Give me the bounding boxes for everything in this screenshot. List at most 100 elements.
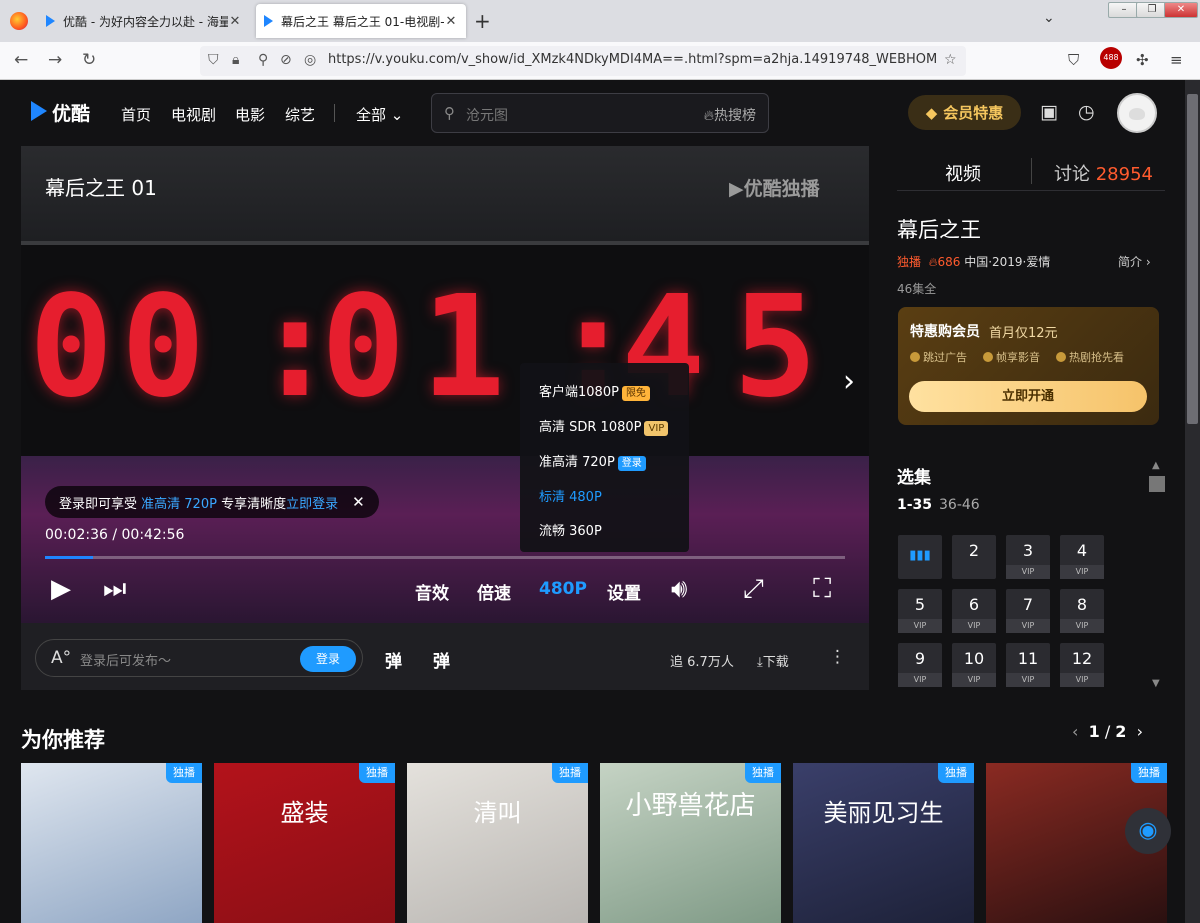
back-icon[interactable]: ← bbox=[14, 50, 28, 70]
avatar[interactable] bbox=[1117, 93, 1157, 133]
url-text[interactable]: https://v.youku.com/v_show/id_XMzk4NDkyM… bbox=[328, 52, 936, 67]
menu-icon[interactable]: ≡ bbox=[1170, 51, 1183, 69]
nav-all[interactable]: 全部 ⌄ bbox=[356, 104, 403, 125]
video-player[interactable]: 0 0 : 0 1 : 4 5 幕后之王 01 ▶优酷独播 › 登录即可享受 准… bbox=[21, 146, 869, 623]
new-tab-button[interactable]: + bbox=[474, 9, 491, 33]
nav-variety[interactable]: 综艺 bbox=[285, 104, 315, 125]
permissions-icon[interactable]: ⚲ bbox=[258, 52, 268, 68]
lock-icon[interactable]: 🔒︎ bbox=[232, 52, 239, 68]
hot-search-link[interactable]: 🔥︎热搜榜 bbox=[704, 105, 756, 125]
youku-logo-icon[interactable] bbox=[31, 101, 47, 121]
text-style-icon[interactable]: A° bbox=[51, 648, 71, 668]
settings-button[interactable]: 设置 bbox=[607, 579, 641, 604]
chevron-down-icon[interactable]: ⌄ bbox=[1043, 10, 1055, 26]
firefox-icon[interactable] bbox=[10, 12, 28, 30]
open-vip-button[interactable]: 立即开通 bbox=[909, 381, 1147, 412]
recommend-poster[interactable]: 独播 美丽见习生 bbox=[793, 763, 974, 923]
history-icon[interactable]: ◷ bbox=[1078, 101, 1095, 123]
volume-icon[interactable]: 🔊︎ bbox=[671, 574, 687, 605]
follow-button[interactable]: 追 6.7万人 bbox=[670, 651, 734, 670]
range-1-35[interactable]: 1-35 bbox=[897, 497, 932, 513]
sound-effect-button[interactable]: 音效 bbox=[415, 579, 449, 604]
episode-item[interactable]: 12 VIP bbox=[1060, 643, 1104, 687]
chevron-left-icon[interactable]: ‹ bbox=[1072, 722, 1078, 741]
url-bar[interactable]: ⛉ 🔒︎ ⚲ ⊘ ◎ https://v.youku.com/v_show/id… bbox=[200, 46, 966, 76]
danmu-toggle-icon[interactable]: 弹 bbox=[385, 647, 402, 672]
chevron-right-icon[interactable]: › bbox=[1137, 722, 1143, 741]
episode-item[interactable]: 5 VIP bbox=[898, 589, 942, 633]
range-36-46[interactable]: 36-46 bbox=[939, 497, 980, 513]
vip-offer-button[interactable]: ◆ 会员特惠 bbox=[908, 95, 1021, 130]
episode-item[interactable]: 4 VIP bbox=[1060, 535, 1104, 579]
episode-item[interactable]: 7 VIP bbox=[1006, 589, 1050, 633]
chevron-right-icon[interactable]: › bbox=[843, 364, 855, 399]
shield-icon[interactable]: ⛉ bbox=[208, 52, 219, 68]
tab-episode[interactable]: 幕后之王 幕后之王 01-电视剧-完 ✕ bbox=[256, 4, 466, 38]
close-icon[interactable]: ✕ bbox=[228, 14, 242, 29]
danmu-settings-icon[interactable]: 弹 bbox=[433, 647, 450, 672]
assistant-icon[interactable]: ◉ bbox=[1125, 808, 1171, 854]
toast-login-link[interactable]: 立即登录 bbox=[286, 493, 338, 512]
tab-video[interactable]: 视频 bbox=[945, 160, 981, 186]
search-input[interactable]: 沧元图 bbox=[466, 105, 508, 125]
show-title[interactable]: 幕后之王 bbox=[897, 214, 981, 244]
recommend-poster[interactable]: 独播 bbox=[21, 763, 202, 923]
quality-option[interactable]: 流畅 360P bbox=[539, 520, 602, 539]
episode-item[interactable]: 6 VIP bbox=[952, 589, 996, 633]
quality-button[interactable]: 480P bbox=[539, 579, 587, 599]
page-scrollbar[interactable] bbox=[1185, 80, 1200, 923]
close-icon[interactable]: ✕ bbox=[444, 14, 458, 29]
quality-option[interactable]: 客户端1080P 限免 bbox=[539, 381, 650, 401]
site-icon[interactable]: ◎ bbox=[304, 52, 316, 68]
more-icon[interactable]: ⋮ bbox=[829, 647, 846, 667]
tab-title: 优酷 - 为好内容全力以赴 - 海量 bbox=[63, 14, 228, 29]
forward-icon[interactable]: → bbox=[48, 50, 62, 70]
extensions-icon[interactable]: ✣ bbox=[1136, 51, 1149, 69]
pocket-icon[interactable]: ⛉ bbox=[1068, 51, 1079, 69]
episode-item[interactable]: 2 bbox=[952, 535, 996, 579]
tab-discuss[interactable]: 讨论 28954 bbox=[1054, 160, 1153, 186]
quality-option-selected[interactable]: 标清 480P bbox=[539, 486, 602, 505]
progress-bar[interactable] bbox=[45, 556, 845, 559]
bookmark-star-icon[interactable]: ☆ bbox=[944, 52, 957, 68]
episode-playing[interactable]: ▮▮▮ bbox=[898, 535, 942, 579]
camera-blocked-icon[interactable]: ⊘ bbox=[280, 52, 292, 68]
danmu-login-button[interactable]: 登录 bbox=[300, 646, 356, 672]
picture-in-picture-icon[interactable]: ⤢ bbox=[743, 574, 764, 605]
quality-option[interactable]: 准高清 720P 登录 bbox=[539, 451, 646, 471]
nav-home[interactable]: 首页 bbox=[121, 104, 151, 125]
scroll-down-icon[interactable]: ▼ bbox=[1152, 678, 1160, 689]
intro-link[interactable]: 简介 › bbox=[1118, 253, 1151, 270]
episode-item[interactable]: 10 VIP bbox=[952, 643, 996, 687]
quality-option[interactable]: 高清 SDR 1080P VIP bbox=[539, 416, 669, 436]
danmu-input[interactable]: A° 登录后可发布～ 登录 bbox=[35, 639, 363, 677]
site-logo[interactable]: 优酷 bbox=[52, 99, 90, 126]
recommend-poster[interactable]: 独播 清叫 bbox=[407, 763, 588, 923]
close-window-button[interactable]: ✕ bbox=[1164, 2, 1198, 18]
close-icon[interactable]: ✕ bbox=[352, 493, 365, 511]
episode-scroll-thumb[interactable] bbox=[1149, 476, 1165, 492]
next-episode-icon[interactable]: ⏭︎ bbox=[103, 574, 126, 605]
scroll-up-icon[interactable]: ▲ bbox=[1152, 460, 1160, 471]
nav-movie[interactable]: 电影 bbox=[235, 104, 265, 125]
recommend-title: 为你推荐 bbox=[21, 728, 105, 752]
tab-youku-home[interactable]: 优酷 - 为好内容全力以赴 - 海量 ✕ bbox=[38, 4, 250, 38]
nav-tv[interactable]: 电视剧 bbox=[171, 104, 216, 125]
episode-item[interactable]: 11 VIP bbox=[1006, 643, 1050, 687]
episode-item[interactable]: 9 VIP bbox=[898, 643, 942, 687]
upload-icon[interactable]: ▣ bbox=[1040, 101, 1058, 123]
search-box[interactable]: ⚲ 沧元图 🔥︎热搜榜 bbox=[431, 93, 769, 133]
recommend-poster[interactable]: 独播 小野兽花店 bbox=[600, 763, 781, 923]
fullscreen-icon[interactable]: ⛶ bbox=[813, 574, 831, 605]
play-icon[interactable]: ▶ bbox=[51, 574, 71, 604]
search-icon[interactable]: ⚲ bbox=[444, 104, 455, 122]
extension-badge[interactable]: 488 bbox=[1100, 47, 1122, 69]
reload-icon[interactable]: ↻ bbox=[82, 50, 96, 70]
download-button[interactable]: ⤓下载 bbox=[757, 651, 789, 670]
episode-item[interactable]: 8 VIP bbox=[1060, 589, 1104, 633]
speed-button[interactable]: 倍速 bbox=[477, 579, 511, 604]
recommend-poster[interactable]: 独播 盛装 bbox=[214, 763, 395, 923]
scrollbar-thumb[interactable] bbox=[1187, 94, 1198, 424]
episode-item[interactable]: 3 VIP bbox=[1006, 535, 1050, 579]
danmu-placeholder[interactable]: 登录后可发布～ bbox=[80, 650, 171, 669]
